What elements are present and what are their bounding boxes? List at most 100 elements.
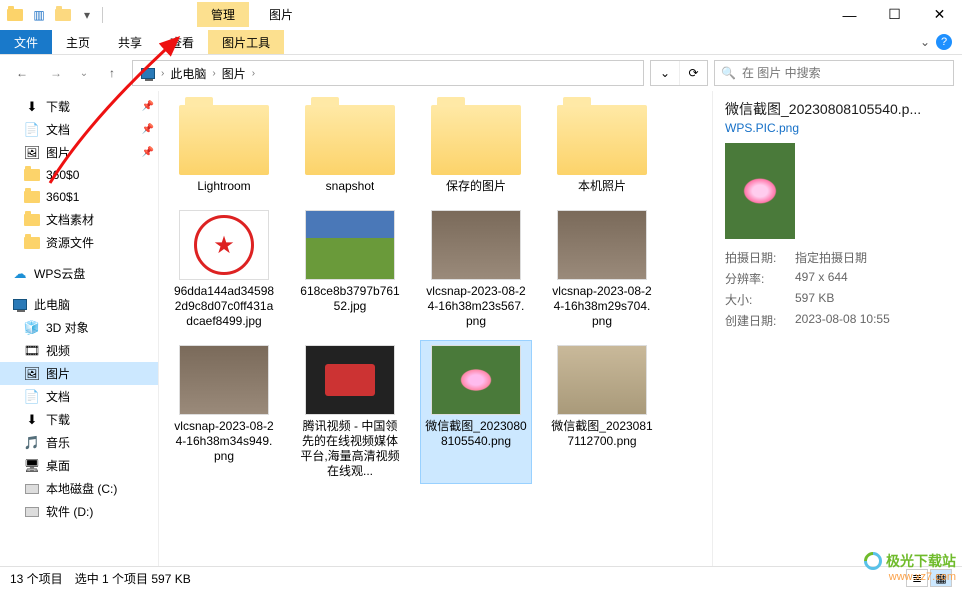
close-button[interactable]: ✕ (917, 0, 962, 30)
chevron-right-icon[interactable]: › (212, 68, 215, 79)
view-details-button[interactable]: ≣ (906, 569, 928, 587)
recent-locations-button[interactable]: ⌄ (76, 59, 92, 87)
file-item[interactable]: 618ce8b3797b76152.jpg (295, 206, 405, 333)
file-item[interactable]: ★96dda144ad345982d9c8d07c0ff431adcaef849… (169, 206, 279, 333)
ribbon-expand-icon[interactable]: ⌄ (920, 35, 930, 49)
nav-pc-item[interactable]: 软件 (D:) (0, 500, 158, 523)
file-item[interactable]: 腾讯视频 - 中国领先的在线视频媒体平台,海量高清视频在线观... (295, 341, 405, 483)
items-grid: Lightroom snapshot 保存的图片 本机照片 ★96dda144ad345… (169, 101, 702, 483)
nav-quick-item[interactable]: 360$0 (0, 164, 158, 186)
details-row: 分辨率:497 x 644 (725, 270, 950, 287)
nav-quick-item[interactable]: 资源文件 (0, 231, 158, 254)
folder-item[interactable]: snapshot (295, 101, 405, 198)
nav-quick-item[interactable]: ⬇下载📌 (0, 95, 158, 118)
status-selection: 选中 1 个项目 597 KB (75, 570, 191, 587)
pin-icon: 📌 (142, 101, 154, 112)
nav-quick-item[interactable]: 📄文档📌 (0, 118, 158, 141)
contextual-tab-header: 管理 (197, 0, 249, 30)
chevron-right-icon[interactable]: › (161, 68, 164, 79)
file-label: 微信截图_20230817112700.png (551, 419, 653, 449)
explorer-icon[interactable] (4, 4, 26, 26)
nav-pc-item[interactable]: 📄文档 (0, 385, 158, 408)
breadcrumb-pc-icon[interactable] (137, 66, 159, 81)
maximize-button[interactable]: ☐ (872, 0, 917, 30)
help-icon[interactable]: ? (936, 34, 952, 50)
details-row: 创建日期:2023-08-08 10:55 (725, 312, 950, 329)
refresh-button[interactable]: ⟳ (679, 61, 707, 85)
nav-this-pc[interactable]: 此电脑 (0, 293, 158, 316)
file-label: Lightroom (197, 179, 250, 194)
thumbnail (557, 210, 647, 280)
ribbon-tab-file[interactable]: 文件 (0, 30, 52, 54)
item-icon: 📄 (24, 389, 40, 405)
chevron-right-icon[interactable]: › (252, 68, 255, 79)
nav-pc-item[interactable]: 🖥桌面 (0, 454, 158, 477)
file-item[interactable]: vlcsnap-2023-08-24-16h38m34s949.png (169, 341, 279, 483)
forward-button[interactable]: → (42, 59, 70, 87)
nav-pc-item[interactable]: 🎵 音乐 (0, 431, 158, 454)
prop-value[interactable]: 497 x 644 (795, 270, 848, 287)
ribbon-tab-share[interactable]: 共享 (104, 30, 156, 54)
prop-value[interactable]: 597 KB (795, 291, 834, 308)
nav-label: WPS云盘 (34, 265, 85, 282)
file-label: 本机照片 (578, 179, 626, 194)
nav-quick-item[interactable]: 🖼图片📌 (0, 141, 158, 164)
file-label: vlcsnap-2023-08-24-16h38m34s949.png (173, 419, 275, 464)
search-box[interactable]: 🔍 (714, 60, 954, 86)
folder-icon: 📄 (24, 122, 40, 138)
nav-wps-cloud[interactable]: ☁ WPS云盘 (0, 262, 158, 285)
breadcrumb-seg-thispc[interactable]: 此电脑 (166, 63, 210, 84)
item-icon: 🎵 (24, 435, 40, 451)
details-row: 拍摄日期:指定拍摄日期 (725, 249, 950, 266)
file-item[interactable]: 微信截图_20230817112700.png (547, 341, 657, 483)
folder-item[interactable]: 本机照片 (547, 101, 657, 198)
qat-newfolder-icon[interactable] (52, 4, 74, 26)
status-item-count: 13 个项目 (10, 570, 63, 587)
nav-pc-item[interactable]: 🖼图片 (0, 362, 158, 385)
view-thumbnails-button[interactable]: ▦ (930, 569, 952, 587)
folder-item[interactable]: Lightroom (169, 101, 279, 198)
file-label: 微信截图_20230808105540.png (425, 419, 527, 449)
nav-quick-item[interactable]: 360$1 (0, 186, 158, 208)
nav-quick-item[interactable]: 文档素材 (0, 208, 158, 231)
breadcrumb[interactable]: › 此电脑 › 图片 › (132, 60, 644, 86)
search-input[interactable] (742, 66, 947, 80)
ribbon-tab-picture-tools[interactable]: 图片工具 (208, 30, 284, 54)
nav-label: 图片 (46, 365, 70, 382)
prop-value[interactable]: 2023-08-08 10:55 (795, 312, 890, 329)
ribbon-tab-home[interactable]: 主页 (52, 30, 104, 54)
pc-icon (12, 297, 28, 313)
details-title: 微信截图_20230808105540.p... (725, 99, 950, 119)
folder-icon: 🖼 (24, 145, 40, 161)
minimize-button[interactable]: — (827, 0, 872, 30)
context-tab-label: 管理 (197, 2, 249, 27)
folder-icon (24, 212, 40, 228)
navigation-pane[interactable]: ⬇下载📌📄文档📌🖼图片📌360$0360$1文档素材资源文件 ☁ WPS云盘 此… (0, 91, 158, 566)
prop-value[interactable]: 指定拍摄日期 (795, 249, 867, 266)
details-row: 大小:597 KB (725, 291, 950, 308)
thumbnail (305, 210, 395, 280)
item-icon: 🎞 (24, 343, 40, 359)
address-dropdown-button[interactable]: ⌄ (651, 61, 679, 85)
separator (102, 7, 103, 23)
content-pane[interactable]: Lightroom snapshot 保存的图片 本机照片 ★96dda144ad345… (158, 91, 712, 566)
breadcrumb-seg-pictures[interactable]: 图片 (218, 63, 250, 84)
nav-pc-item[interactable]: 🎞 视频 (0, 339, 158, 362)
nav-label: 音乐 (46, 434, 70, 451)
ribbon-tab-view[interactable]: 查看 (156, 30, 208, 54)
qat-properties-icon[interactable]: ▥ (28, 4, 50, 26)
file-label: 保存的图片 (446, 179, 506, 194)
qat-customize-icon[interactable]: ▾ (76, 4, 98, 26)
back-button[interactable]: ← (8, 59, 36, 87)
file-label: 96dda144ad345982d9c8d07c0ff431adcaef8499… (173, 284, 275, 329)
search-icon: 🔍 (721, 66, 736, 80)
nav-pc-item[interactable]: 本地磁盘 (C:) (0, 477, 158, 500)
file-item[interactable]: vlcsnap-2023-08-24-16h38m23s567.png (421, 206, 531, 333)
nav-label: 视频 (46, 342, 70, 359)
file-item[interactable]: vlcsnap-2023-08-24-16h38m29s704.png (547, 206, 657, 333)
up-button[interactable]: ↑ (98, 59, 126, 87)
nav-pc-item[interactable]: 🧊3D 对象 (0, 316, 158, 339)
folder-item[interactable]: 保存的图片 (421, 101, 531, 198)
file-item[interactable]: 微信截图_20230808105540.png (421, 341, 531, 483)
nav-pc-item[interactable]: ⬇下载 (0, 408, 158, 431)
